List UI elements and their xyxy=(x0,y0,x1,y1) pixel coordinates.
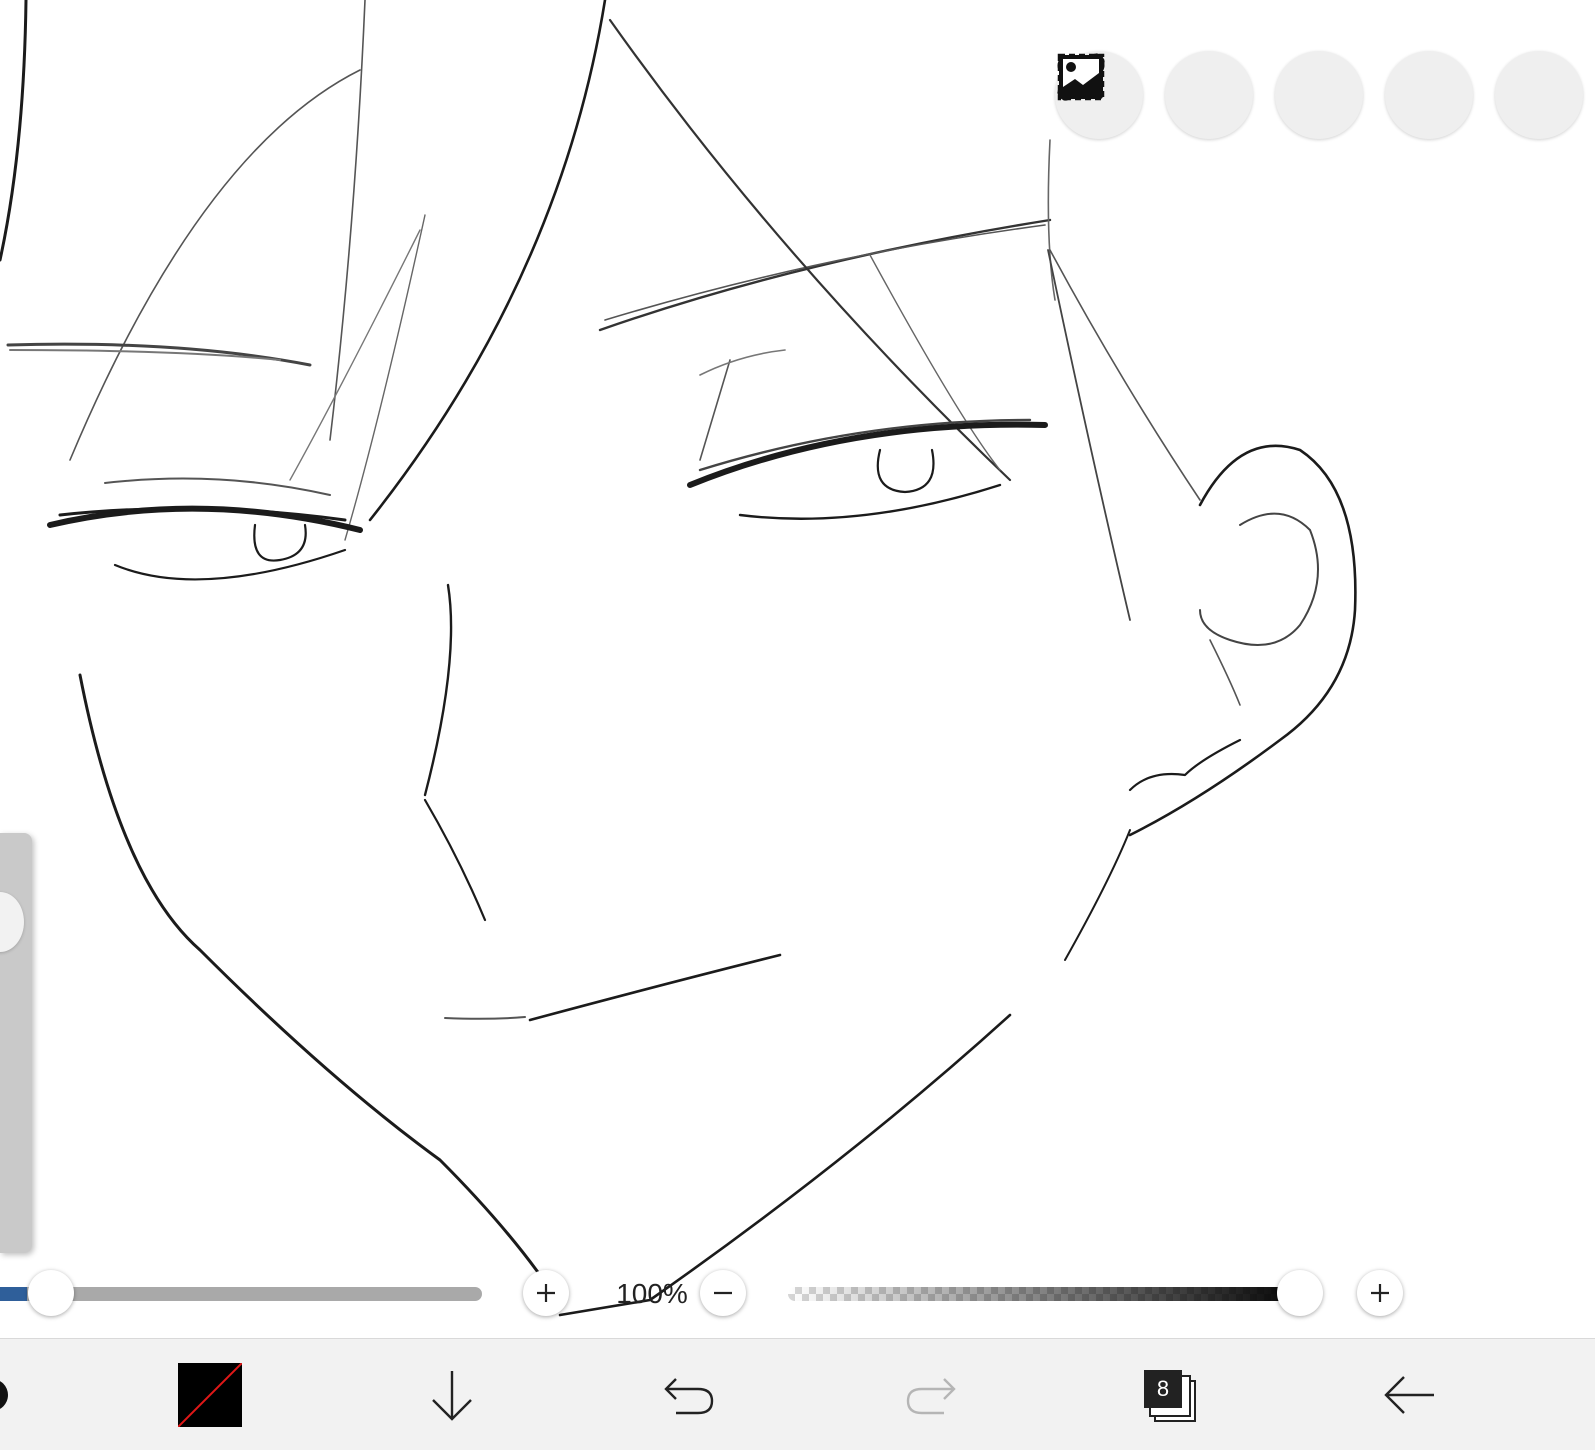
image-icon xyxy=(1059,55,1103,99)
layers-icon: 8 xyxy=(1144,1370,1196,1422)
minus-icon xyxy=(714,1291,732,1295)
top-toolbar xyxy=(1055,51,1583,139)
redo-button[interactable] xyxy=(902,1339,958,1450)
back-button[interactable] xyxy=(1382,1339,1438,1450)
selection-button[interactable] xyxy=(1057,51,1253,139)
opacity-thumb[interactable] xyxy=(1277,1270,1323,1316)
brush-button[interactable] xyxy=(0,1339,14,1450)
brush-size-thumb[interactable] xyxy=(28,1270,74,1316)
brush-size-increase-button[interactable] xyxy=(523,1270,569,1316)
opacity-slider[interactable] xyxy=(788,1287,1310,1301)
opacity-decrease-button[interactable] xyxy=(700,1270,746,1316)
zoom-level: 100% xyxy=(616,1278,688,1309)
bottom-toolbar: 8 xyxy=(0,1338,1595,1450)
redo-icon xyxy=(906,1378,956,1415)
download-button[interactable] xyxy=(424,1339,480,1450)
undo-button[interactable] xyxy=(662,1339,718,1450)
ruler-button[interactable] xyxy=(1057,51,1473,139)
undo-icon xyxy=(664,1378,714,1415)
sketch-artwork xyxy=(0,0,1357,1317)
opacity-increase-button[interactable] xyxy=(1357,1270,1403,1316)
layers-button[interactable]: 8 xyxy=(1142,1339,1198,1450)
brush-icon xyxy=(0,1381,8,1409)
back-icon xyxy=(1384,1376,1434,1414)
layer-count: 8 xyxy=(1144,1370,1182,1408)
color-button[interactable] xyxy=(178,1339,242,1450)
arrow-down-icon xyxy=(432,1371,472,1421)
drawing-app: 100% 8 xyxy=(0,0,1595,1450)
drawing-canvas[interactable] xyxy=(0,0,1595,1338)
brush-size-fill xyxy=(0,1287,27,1301)
color-swatch xyxy=(178,1363,242,1427)
image-button[interactable] xyxy=(1059,51,1583,139)
plus-icon xyxy=(537,1284,555,1302)
hand-button[interactable] xyxy=(1067,51,1363,139)
plus-icon xyxy=(1371,1284,1389,1302)
